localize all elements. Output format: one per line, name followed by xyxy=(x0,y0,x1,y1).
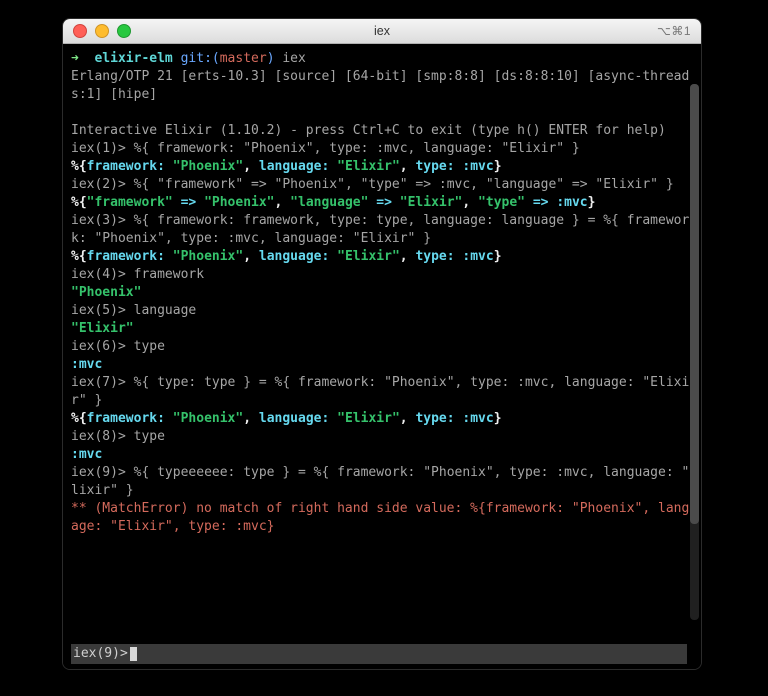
footer-prompt: iex(9)> xyxy=(73,645,128,663)
out2-a3: => xyxy=(525,195,556,210)
out3-k3: type: xyxy=(415,249,454,264)
git-close: ) xyxy=(267,51,275,66)
out1-v1: "Phoenix" xyxy=(165,159,243,174)
iex-input-6: type xyxy=(134,339,165,354)
iex-input-3: %{ framework: framework, type: type, lan… xyxy=(71,213,689,246)
out7-open: %{ xyxy=(71,411,87,426)
iex-prompt-7: iex(7)> xyxy=(71,375,134,390)
iex-prompt-1: iex(1)> xyxy=(71,141,134,156)
out7-v3: :mvc xyxy=(455,411,494,426)
minimize-icon[interactable] xyxy=(95,24,109,38)
out3-v1: "Phoenix" xyxy=(165,249,243,264)
out3-s2: , xyxy=(400,249,416,264)
iex-input-9: %{ typeeeeee: type } = %{ framework: "Ph… xyxy=(71,465,697,498)
iex-input-7: %{ type: type } = %{ framework: "Phoenix… xyxy=(71,375,689,408)
traffic-lights xyxy=(73,24,131,38)
out3-k1: framework: xyxy=(87,249,165,264)
out1-k2: language: xyxy=(259,159,329,174)
out1-k3: type: xyxy=(415,159,454,174)
out2-a2: => xyxy=(368,195,399,210)
cursor-icon xyxy=(130,647,137,661)
out1-s2: , xyxy=(400,159,416,174)
out7-v2: "Elixir" xyxy=(329,411,399,426)
out3-k2: language: xyxy=(259,249,329,264)
out7-v1: "Phoenix" xyxy=(165,411,243,426)
iex-banner: Interactive Elixir (1.10.2) - press Ctrl… xyxy=(71,123,666,138)
out1-open: %{ xyxy=(71,159,87,174)
erlang-banner: Erlang/OTP 21 [erts-10.3] [source] [64-b… xyxy=(71,69,689,102)
out3-v3: :mvc xyxy=(455,249,494,264)
prompt-arrow: ➜ xyxy=(71,51,79,66)
iex-input-2: %{ "framework" => "Phoenix", "type" => :… xyxy=(134,177,674,192)
terminal-body[interactable]: ➜ elixir-elm git:(master) iex Erlang/OTP… xyxy=(63,44,701,670)
titlebar[interactable]: iex ⌥⌘1 xyxy=(63,19,701,44)
out7-s1: , xyxy=(243,411,259,426)
out7-k3: type: xyxy=(415,411,454,426)
window-title: iex xyxy=(63,24,701,38)
out3-close: } xyxy=(494,249,502,264)
iex-prompt-6: iex(6)> xyxy=(71,339,134,354)
iex-input-8: type xyxy=(134,429,165,444)
iex-output-4: "Phoenix" xyxy=(71,285,141,300)
out2-k1: "framework" xyxy=(87,195,173,210)
command: iex xyxy=(275,51,306,66)
out1-v2: "Elixir" xyxy=(329,159,399,174)
iex-prompt-2: iex(2)> xyxy=(71,177,134,192)
cwd: elixir-elm xyxy=(94,51,172,66)
iex-output-8: :mvc xyxy=(71,447,102,462)
iex-output-6: :mvc xyxy=(71,357,102,372)
out1-s1: , xyxy=(243,159,259,174)
close-icon[interactable] xyxy=(73,24,87,38)
out2-k3: "type" xyxy=(478,195,525,210)
iex-output-5: "Elixir" xyxy=(71,321,134,336)
out2-v2: "Elixir" xyxy=(400,195,463,210)
terminal-content: ➜ elixir-elm git:(master) iex Erlang/OTP… xyxy=(71,50,699,536)
out2-k2: "language" xyxy=(290,195,368,210)
pane-indicator: ⌥⌘1 xyxy=(657,19,691,43)
out2-open: %{ xyxy=(71,195,87,210)
out7-k1: framework: xyxy=(87,411,165,426)
input-line[interactable]: iex(9)> xyxy=(71,644,687,664)
iex-prompt-9: iex(9)> xyxy=(71,465,134,480)
git-open: git:( xyxy=(173,51,220,66)
iex-prompt-5: iex(5)> xyxy=(71,303,134,318)
iex-input-4: framework xyxy=(134,267,204,282)
zoom-icon[interactable] xyxy=(117,24,131,38)
iex-prompt-4: iex(4)> xyxy=(71,267,134,282)
out2-v1: "Phoenix" xyxy=(204,195,274,210)
out1-v3: :mvc xyxy=(455,159,494,174)
git-branch: master xyxy=(220,51,267,66)
out2-s2: , xyxy=(462,195,478,210)
out2-v3: :mvc xyxy=(556,195,587,210)
out3-open: %{ xyxy=(71,249,87,264)
out7-close: } xyxy=(494,411,502,426)
out2-s1: , xyxy=(275,195,291,210)
out1-close: } xyxy=(494,159,502,174)
out1-k1: framework: xyxy=(87,159,165,174)
iex-input-5: language xyxy=(134,303,197,318)
scrollbar[interactable] xyxy=(690,84,699,620)
out2-close: } xyxy=(588,195,596,210)
iex-error-9: ** (MatchError) no match of right hand s… xyxy=(71,501,697,534)
iex-prompt-8: iex(8)> xyxy=(71,429,134,444)
out7-k2: language: xyxy=(259,411,329,426)
iex-input-1: %{ framework: "Phoenix", type: :mvc, lan… xyxy=(134,141,580,156)
out3-s1: , xyxy=(243,249,259,264)
out3-v2: "Elixir" xyxy=(329,249,399,264)
scroll-thumb[interactable] xyxy=(690,84,699,524)
iex-prompt-3: iex(3)> xyxy=(71,213,134,228)
out7-s2: , xyxy=(400,411,416,426)
terminal-window: iex ⌥⌘1 ➜ elixir-elm git:(master) iex Er… xyxy=(62,18,702,670)
out2-a1: => xyxy=(173,195,204,210)
